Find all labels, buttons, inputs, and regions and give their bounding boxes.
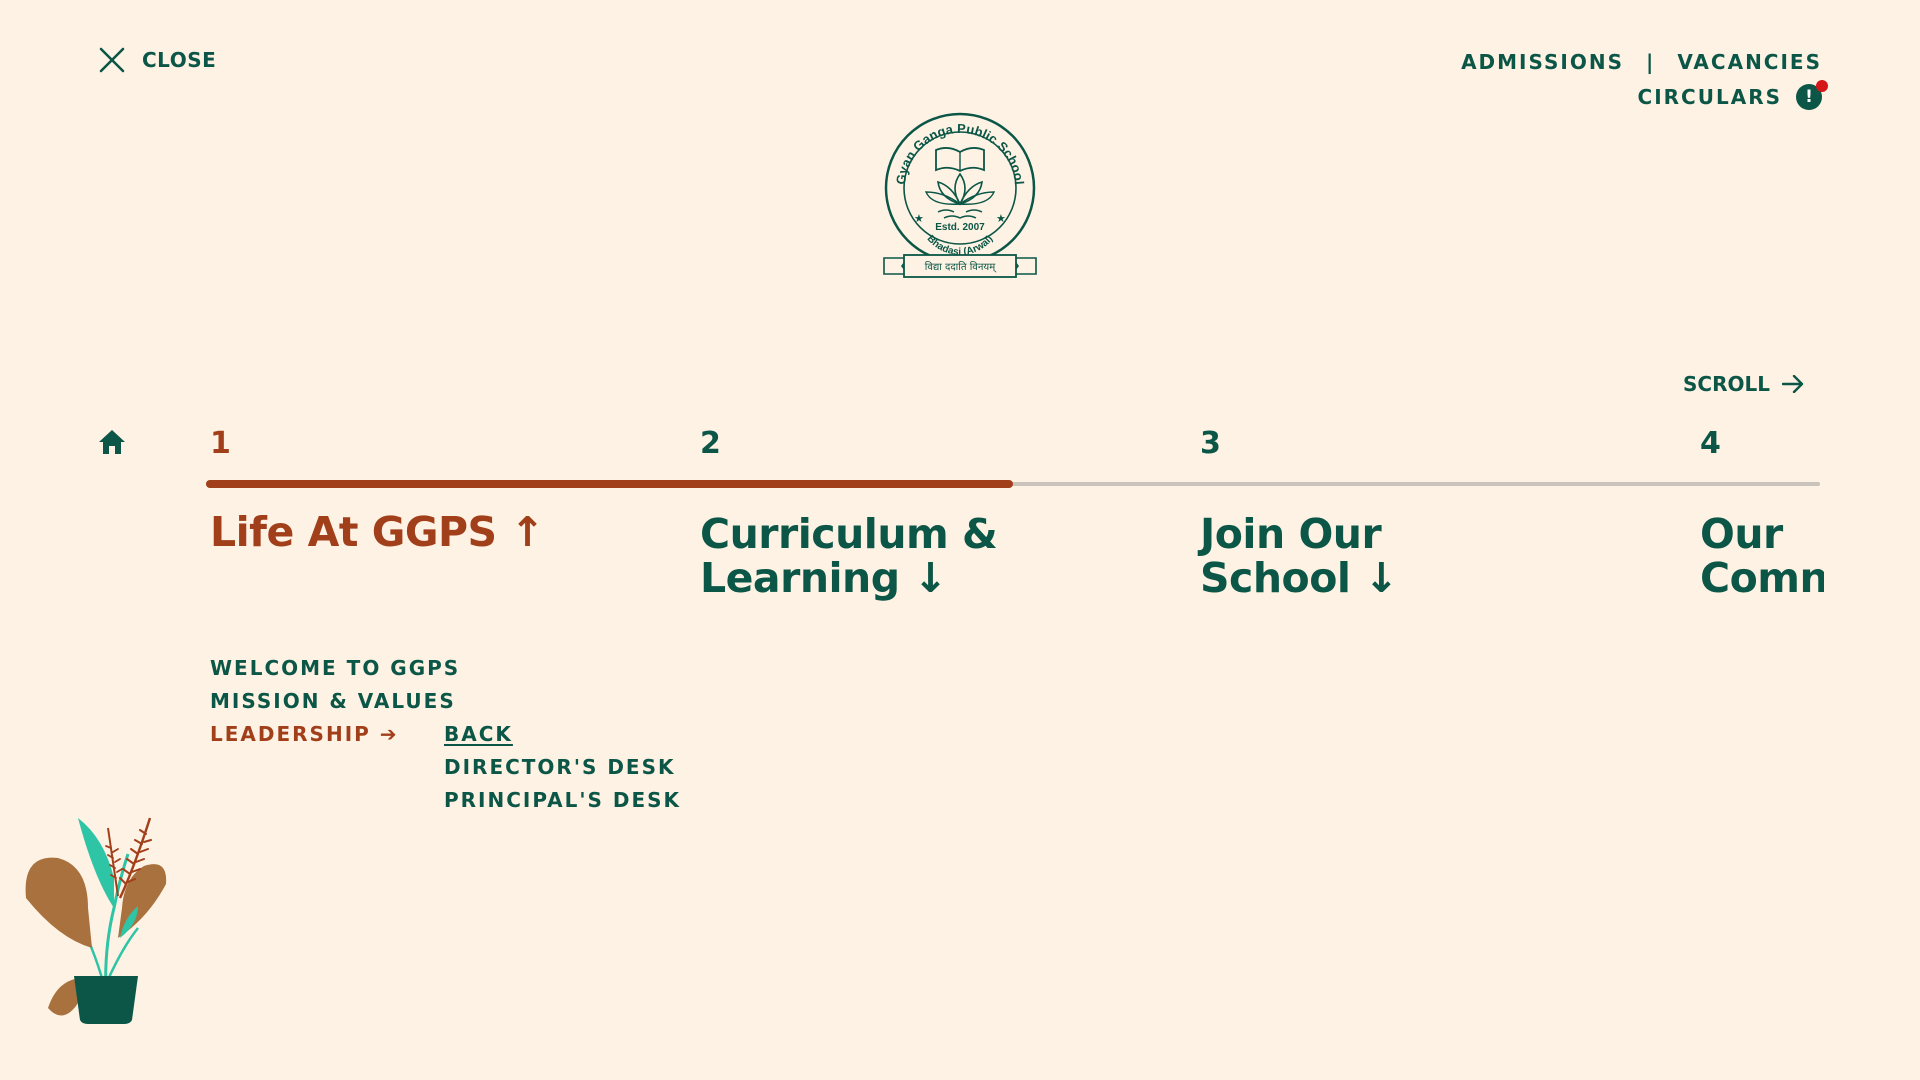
scroll-button[interactable]: SCROLL — [1683, 372, 1804, 396]
admissions-link[interactable]: ADMISSIONS — [1461, 50, 1624, 74]
section-number-3: 3 — [1200, 426, 1221, 461]
close-icon — [99, 47, 125, 73]
submenu-item-directors-desk[interactable]: DIRECTOR'S DESK — [444, 751, 681, 784]
vacancies-link[interactable]: VACANCIES — [1677, 50, 1822, 74]
logo-motto: विद्या ददाति विनयम् — [925, 261, 997, 273]
alert-icon[interactable]: ! — [1796, 80, 1828, 110]
submenu-item-label: LEADERSHIP — [210, 722, 371, 746]
section-progress-track — [206, 480, 1820, 488]
link-separator: | — [1646, 50, 1656, 74]
arrow-up-icon: ↑ — [510, 508, 545, 556]
section-title-line2: Learning — [700, 554, 900, 602]
section-title-line2: School — [1200, 554, 1351, 602]
submenu-item-welcome[interactable]: WELCOME TO GGPS — [210, 652, 460, 685]
close-label: CLOSE — [142, 48, 217, 72]
arrow-down-icon: ↓ — [1364, 554, 1399, 602]
arrow-right-icon: ➔ — [379, 722, 399, 746]
home-icon[interactable] — [98, 429, 126, 455]
section-number-4: 4 — [1700, 426, 1721, 461]
submenu-item-leadership[interactable]: LEADERSHIP ➔ — [210, 718, 460, 751]
submenu-item-principals-desk[interactable]: PRINCIPAL'S DESK — [444, 784, 681, 817]
logo-established: Estd. 2007 — [935, 222, 985, 233]
arrow-right-icon — [1782, 375, 1804, 393]
submenu-leadership: BACK DIRECTOR'S DESK PRINCIPAL'S DESK — [444, 718, 681, 817]
section-title: Join Our — [1200, 510, 1382, 558]
section-progress-fill — [206, 480, 1013, 488]
close-menu-button[interactable]: CLOSE — [98, 46, 216, 74]
section-title: Curriculum & — [700, 510, 998, 558]
section-title: Life At GGPS — [210, 508, 497, 556]
back-link[interactable]: BACK — [444, 718, 681, 751]
plant-illustration — [25, 817, 167, 1024]
section-title: Our — [1700, 512, 1783, 558]
circulars-link[interactable]: CIRCULARS — [1638, 85, 1782, 109]
section-number-2: 2 — [700, 426, 721, 461]
nav-section-our-community[interactable]: Our Comn — [1700, 512, 1824, 600]
arrow-down-icon: ↓ — [913, 554, 948, 602]
logo-star-icon: ★ — [996, 212, 1006, 225]
nav-section-join-our-school[interactable]: Join Our School ↓ — [1200, 510, 1399, 602]
logo-star-icon: ★ — [914, 212, 924, 225]
section-number-1: 1 — [210, 426, 231, 461]
section-title-line2: Comn — [1700, 554, 1824, 600]
nav-section-curriculum[interactable]: Curriculum & Learning ↓ — [700, 510, 998, 602]
nav-section-life-at-ggps[interactable]: Life At GGPS ↑ — [210, 508, 545, 556]
submenu-life-at-ggps: WELCOME TO GGPS MISSION & VALUES LEADERS… — [210, 652, 460, 751]
submenu-item-mission[interactable]: MISSION & VALUES — [210, 685, 460, 718]
notification-dot — [1816, 80, 1828, 92]
school-logo[interactable]: Gyan Ganga Public School Estd. 2007 ★ ★ … — [880, 108, 1040, 284]
top-links: ADMISSIONS | VACANCIES CIRCULARS ! — [1461, 50, 1828, 110]
scroll-label: SCROLL — [1683, 372, 1770, 396]
